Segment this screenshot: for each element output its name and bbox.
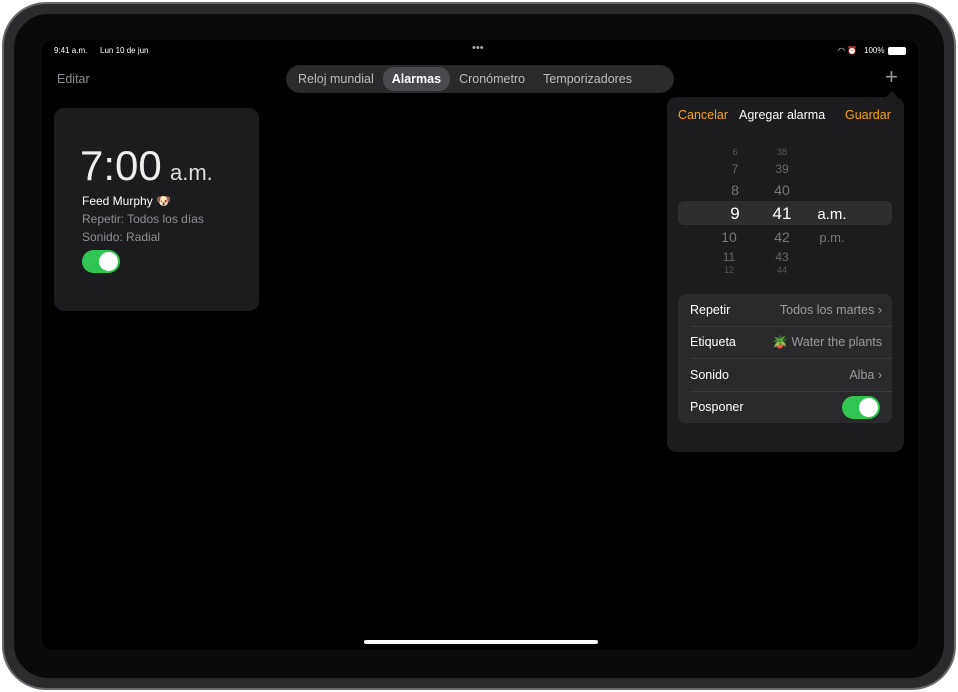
tab-world-clock[interactable]: Reloj mundial: [289, 67, 383, 91]
sound-row[interactable]: Sonido Alba ›: [690, 359, 882, 391]
battery-icon: [888, 47, 906, 55]
battery-level: 100%: [864, 46, 885, 55]
alarm-sound: Sonido: Radial: [82, 230, 161, 244]
screen: 9:41 a.m. Lun 10 de jun ••• ◠ ⏰ 100% Edi…: [42, 40, 918, 650]
popover-title: Agregar alarma: [739, 108, 826, 122]
selected-hour: 9: [730, 204, 740, 223]
alarm-card[interactable]: 7:00 a.m. Feed Murphy 🐶 Repetir: Todos l…: [54, 108, 259, 311]
alarm-repeat: Repetir: Todos los días: [82, 212, 204, 226]
edit-button[interactable]: Editar: [57, 72, 90, 86]
save-button[interactable]: Guardar: [845, 108, 891, 122]
status-date: Lun 10 de jun: [100, 46, 149, 55]
tab-timers[interactable]: Temporizadores: [534, 67, 641, 91]
wifi-icon: ◠ ⏰: [838, 46, 858, 55]
status-time: 9:41 a.m.: [54, 46, 88, 55]
label-row[interactable]: Etiqueta 🪴 Water the plants: [690, 326, 882, 358]
snooze-toggle[interactable]: [842, 396, 880, 419]
multitask-dots[interactable]: •••: [472, 42, 484, 54]
selected-minute: 41: [772, 204, 792, 223]
cancel-button[interactable]: Cancelar: [678, 108, 728, 122]
repeat-row[interactable]: Repetir Todos los martes ›: [690, 294, 882, 326]
add-alarm-popover: Cancelar Agregar alarma Guardar 6 7 8 9 …: [667, 91, 904, 452]
tab-alarms[interactable]: Alarmas: [382, 67, 451, 91]
selected-period: a.m.: [817, 206, 847, 223]
alarm-toggle[interactable]: [82, 250, 120, 273]
time-picker[interactable]: 6 7 8 9 10 11 12 38 39 40 41 42 43 44 a.…: [667, 137, 904, 277]
alarm-time: 7:00: [80, 142, 162, 189]
alarm-label: Feed Murphy 🐶: [82, 194, 171, 208]
alarm-period: a.m.: [170, 160, 213, 185]
tab-stopwatch[interactable]: Cronómetro: [450, 67, 534, 91]
alarm-options-list: Repetir Todos los martes › Etiqueta 🪴 Wate…: [678, 294, 892, 423]
label-input[interactable]: 🪴 Water the plants: [772, 335, 882, 350]
home-indicator[interactable]: [364, 640, 598, 644]
tab-bar: Reloj mundial Alarmas Cronómetro Tempori…: [286, 65, 674, 93]
add-alarm-button[interactable]: +: [885, 64, 898, 90]
